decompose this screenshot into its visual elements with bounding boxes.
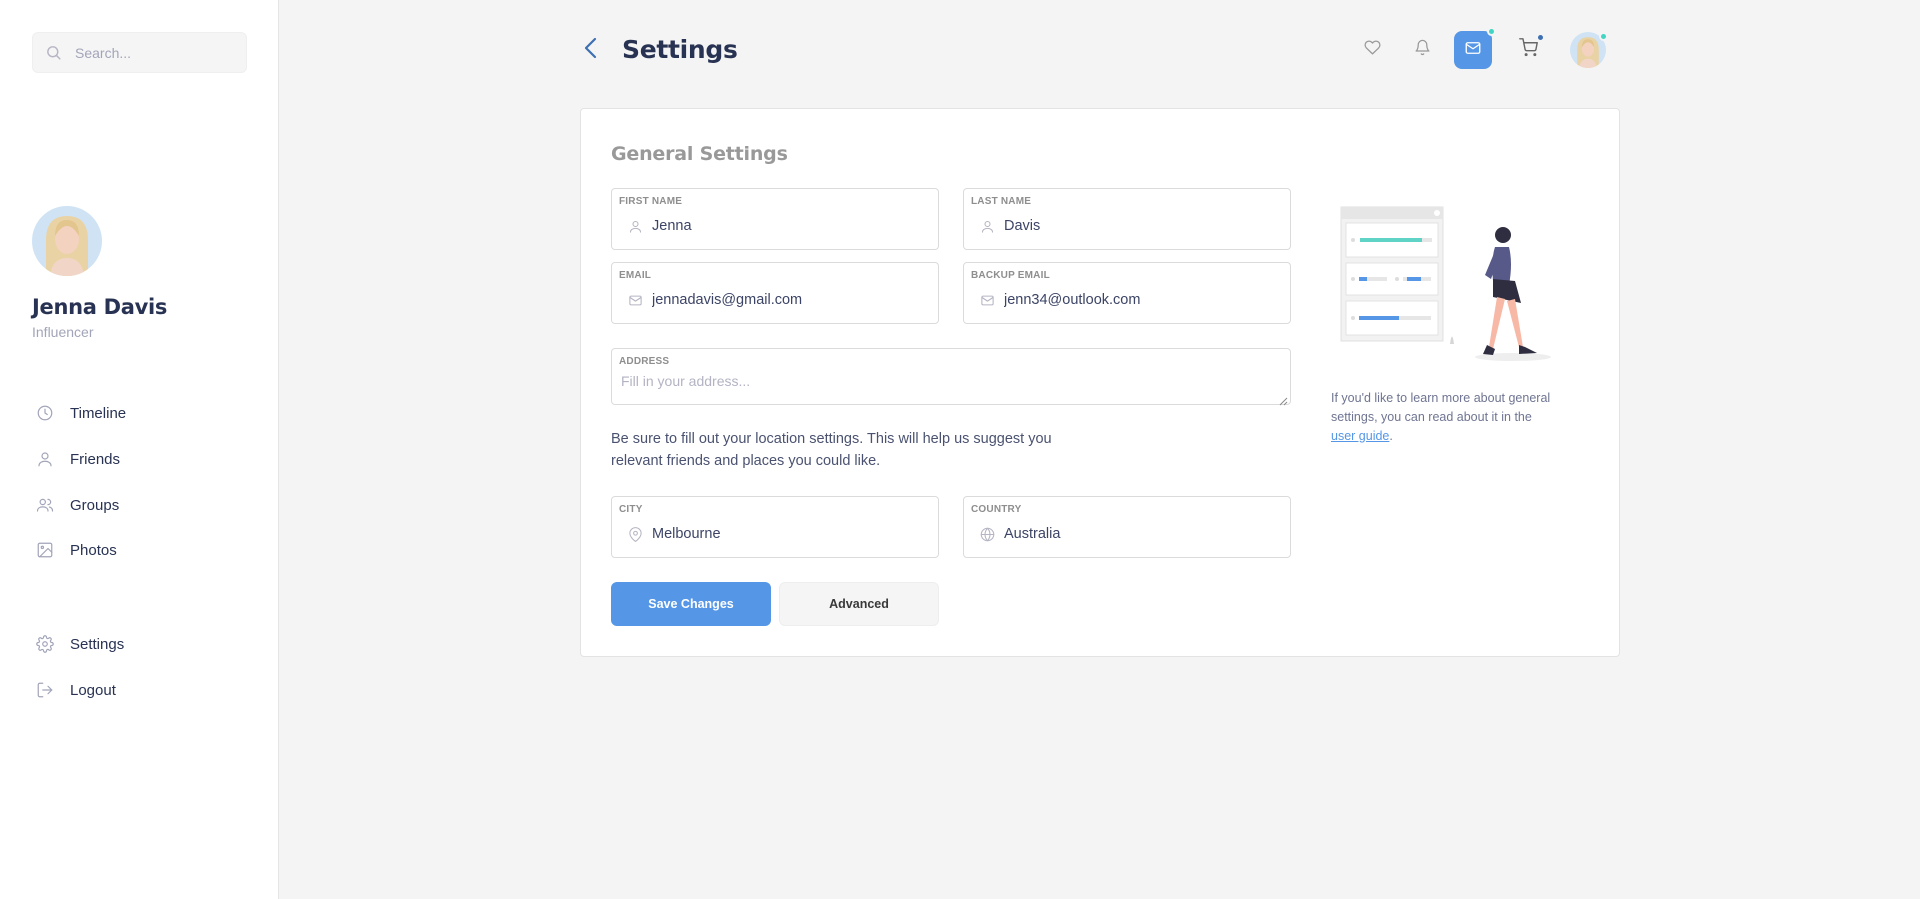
user-icon xyxy=(627,218,643,234)
avatar[interactable] xyxy=(32,206,102,276)
online-status-dot xyxy=(1599,32,1608,41)
globe-icon xyxy=(979,526,995,542)
search-box[interactable] xyxy=(32,32,247,73)
chevron-left-icon xyxy=(583,37,599,64)
bell-icon xyxy=(1414,39,1431,61)
last-name-field[interactable]: LAST NAME xyxy=(963,188,1291,250)
sidebar-item-label: Groups xyxy=(70,496,120,514)
email-label: EMAIL xyxy=(619,270,652,281)
address-textarea[interactable] xyxy=(621,373,1281,399)
sidebar-item-label: Logout xyxy=(70,681,116,699)
country-field[interactable]: COUNTRY xyxy=(963,496,1291,558)
sidebar-item-label: Photos xyxy=(70,541,117,559)
favorites-button[interactable] xyxy=(1353,31,1391,69)
side-note-suffix: . xyxy=(1389,429,1393,443)
sidebar-item-logout[interactable]: Logout xyxy=(32,675,116,705)
sidebar-item-label: Settings xyxy=(70,635,125,653)
side-note: If you'd like to learn more about genera… xyxy=(1331,389,1556,446)
gear-icon xyxy=(32,631,58,657)
mail-icon xyxy=(979,292,995,308)
cart-notification-dot xyxy=(1536,33,1545,42)
image-icon xyxy=(32,537,58,563)
country-input[interactable] xyxy=(1004,523,1274,545)
user-guide-link[interactable]: user guide xyxy=(1331,429,1389,443)
sidebar-item-friends[interactable]: Friends xyxy=(32,444,120,474)
heart-icon xyxy=(1363,39,1381,61)
back-button[interactable] xyxy=(578,36,604,64)
location-help-text: Be sure to fill out your location settin… xyxy=(611,431,1052,469)
mail-icon xyxy=(627,292,643,308)
sidebar-item-settings[interactable]: Settings xyxy=(32,629,124,659)
general-settings-card: General Settings FIRST NAME LAST NAME EM… xyxy=(580,108,1620,657)
side-note-text: If you'd like to learn more about genera… xyxy=(1331,391,1551,424)
card-title: General Settings xyxy=(611,143,788,165)
settings-illustration xyxy=(1333,199,1563,369)
last-name-label: LAST NAME xyxy=(971,196,1032,207)
mail-icon xyxy=(1464,39,1482,62)
first-name-label: FIRST NAME xyxy=(619,196,683,207)
sidebar-item-timeline[interactable]: Timeline xyxy=(32,398,126,428)
resize-handle[interactable] xyxy=(1279,393,1288,406)
backup-email-field[interactable]: BACKUP EMAIL xyxy=(963,262,1291,324)
notifications-button[interactable] xyxy=(1403,31,1441,69)
search-input[interactable] xyxy=(75,33,240,72)
sidebar-item-label: Timeline xyxy=(70,404,127,422)
backup-email-input[interactable] xyxy=(1004,289,1274,311)
user-icon xyxy=(979,218,995,234)
backup-email-label: BACKUP EMAIL xyxy=(971,270,1050,281)
cart-icon xyxy=(1518,38,1538,62)
city-field[interactable]: CITY xyxy=(611,496,939,558)
save-changes-button[interactable]: Save Changes xyxy=(611,582,771,626)
sidebar-item-photos[interactable]: Photos xyxy=(32,535,117,565)
user-icon xyxy=(32,446,58,472)
sidebar-item-groups[interactable]: Groups xyxy=(32,490,119,520)
email-field[interactable]: EMAIL xyxy=(611,262,939,324)
sidebar-item-label: Friends xyxy=(70,450,121,468)
address-label: ADDRESS xyxy=(619,356,670,367)
profile-role: Influencer xyxy=(32,324,94,340)
first-name-input[interactable] xyxy=(652,215,922,237)
advanced-button[interactable]: Advanced xyxy=(779,582,939,626)
city-label: CITY xyxy=(619,504,643,515)
logout-icon xyxy=(32,677,58,703)
sidebar: Jenna Davis Influencer Timeline Friends … xyxy=(0,0,279,899)
users-icon xyxy=(32,492,58,518)
messages-button[interactable] xyxy=(1454,31,1492,69)
search-icon xyxy=(45,44,62,66)
clock-icon xyxy=(32,400,58,426)
city-input[interactable] xyxy=(652,523,922,545)
mail-notification-dot xyxy=(1487,27,1496,36)
last-name-input[interactable] xyxy=(1004,215,1274,237)
page-title: Settings xyxy=(622,35,738,64)
email-input[interactable] xyxy=(652,289,922,311)
country-label: COUNTRY xyxy=(971,504,1022,515)
first-name-field[interactable]: FIRST NAME xyxy=(611,188,939,250)
profile-name: Jenna Davis xyxy=(32,295,168,319)
address-field[interactable]: ADDRESS xyxy=(611,348,1291,406)
map-pin-icon xyxy=(627,526,643,542)
